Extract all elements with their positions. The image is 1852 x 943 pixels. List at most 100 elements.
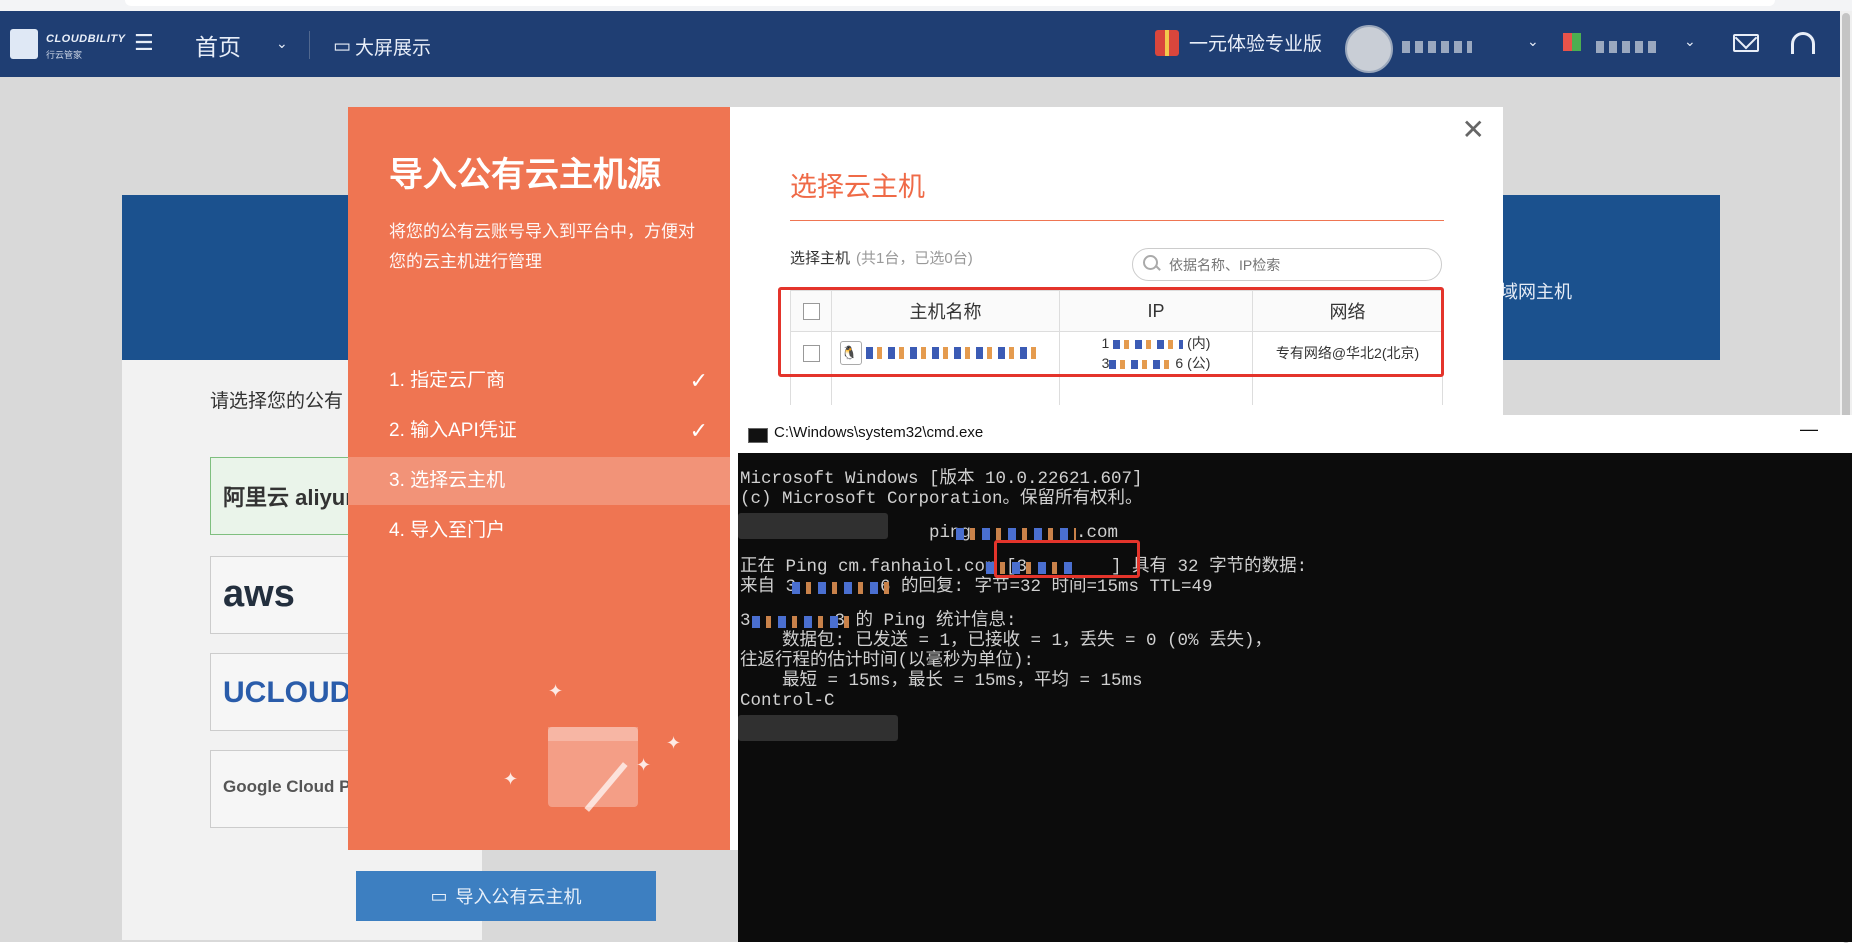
cmd-line: 最短 = 15ms，最长 = 15ms，平均 = 15ms xyxy=(740,671,1143,691)
nav-home[interactable]: 首页 xyxy=(195,28,241,62)
host-search[interactable] xyxy=(1132,248,1442,281)
select-all-cell[interactable] xyxy=(790,290,832,332)
modal-title: 导入公有云主机源 xyxy=(389,156,661,194)
ip-internal-start: 1 xyxy=(1101,335,1110,351)
org-icon[interactable] xyxy=(1563,33,1581,51)
host-name-masked xyxy=(865,347,1041,359)
column-network: 网络 xyxy=(1252,290,1443,332)
org-name-masked[interactable] xyxy=(1596,41,1656,53)
step-label: 3. 选择云主机 xyxy=(389,470,506,491)
vendor-aliyun-label: 阿里云 aliyun.com xyxy=(223,485,349,510)
section-title: 选择云主机 xyxy=(790,172,925,202)
search-icon xyxy=(1143,255,1158,270)
select-all-checkbox[interactable] xyxy=(802,303,820,321)
sparkle-icon: ✦ xyxy=(666,733,682,753)
host-count: (共1台，已选0台) xyxy=(856,250,973,267)
ip-masked xyxy=(1113,339,1184,349)
app-header: CLOUDBILITY 行云管家 ☰ 首页 ⌄ ▭ 大屏展示 一元体验专业版 ⌄… xyxy=(0,11,1840,77)
console-icon xyxy=(748,428,768,443)
modal-sidebar: 导入公有云主机源 将您的公有云账号导入到平台中，方便对您的云主机进行管理 1. … xyxy=(348,107,730,850)
table-empty-row xyxy=(790,374,1443,405)
close-icon[interactable]: ✕ xyxy=(1462,113,1485,146)
host-label-text: 选择主机 xyxy=(790,250,851,267)
host-label: 选择主机 (共1台，已选0台) xyxy=(790,247,973,268)
browser-top-strip xyxy=(0,0,1852,11)
username-masked[interactable] xyxy=(1402,41,1472,53)
column-ip: IP xyxy=(1059,290,1253,332)
step-4[interactable]: 4. 导入至门户 xyxy=(348,507,730,555)
cmd-line: 数据包: 已发送 = 1，已接收 = 1，丢失 = 0 (0% 丢失)， xyxy=(740,631,1273,651)
import-button-label: 导入公有云主机 xyxy=(455,887,582,907)
step-label: 4. 导入至门户 xyxy=(389,520,506,541)
modal-description: 将您的公有云账号导入到平台中，方便对您的云主机进行管理 xyxy=(389,222,695,271)
trial-button[interactable]: 一元体验专业版 xyxy=(1155,29,1322,56)
trial-label: 一元体验专业版 xyxy=(1189,34,1323,55)
table-header-row: 主机名称 IP 网络 xyxy=(790,290,1443,332)
step-3[interactable]: 3. 选择云主机 xyxy=(348,457,730,505)
big-screen-button[interactable]: ▭ 大屏展示 xyxy=(333,33,431,60)
redacted-ip xyxy=(752,616,850,628)
cmd-title: C:\Windows\system32\cmd.exe xyxy=(774,424,984,441)
ip-cell: 1 (内) 3 6 (公) xyxy=(1059,331,1253,375)
cmd-window[interactable]: C:\Windows\system32\cmd.exe — Microsoft … xyxy=(738,415,1852,942)
monitor-icon: ▭ xyxy=(430,885,448,906)
support-headset-icon[interactable] xyxy=(1791,32,1815,54)
redacted-ip xyxy=(986,562,1074,574)
address-bar-edge xyxy=(125,0,1775,6)
sparkle-icon: ✦ xyxy=(503,769,519,789)
logo-mark-icon xyxy=(10,29,38,59)
chevron-down-icon[interactable]: ⌄ xyxy=(1684,33,1696,50)
empty-cell xyxy=(831,374,1060,405)
minimize-icon[interactable]: — xyxy=(1800,419,1818,440)
vendor-google-label: Google Cloud Platform xyxy=(223,777,350,796)
search-input[interactable] xyxy=(1167,254,1431,276)
ip-masked xyxy=(1109,359,1176,369)
empty-cell xyxy=(1252,374,1443,405)
redacted-host xyxy=(956,528,1076,540)
redacted-prompt xyxy=(738,715,898,741)
import-public-cloud-button[interactable]: ▭ 导入公有云主机 xyxy=(356,871,656,921)
empty-cell xyxy=(790,374,832,405)
row-select-cell[interactable] xyxy=(790,331,832,375)
check-icon: ✓ xyxy=(689,418,708,443)
column-host-name: 主机名称 xyxy=(831,290,1060,332)
chevron-down-icon[interactable]: ⌄ xyxy=(276,35,288,52)
redacted-ip xyxy=(792,582,890,594)
vendor-aliyun[interactable]: 阿里云 aliyun.com xyxy=(210,457,350,535)
cmd-line: Microsoft Windows [版本 10.0.22621.607] xyxy=(740,469,1143,489)
host-name-cell: 🐧 xyxy=(831,331,1060,375)
divider xyxy=(309,31,310,59)
step-label: 2. 输入API凭证 xyxy=(389,420,517,441)
cmd-line: (c) Microsoft Corporation。保留所有权利。 xyxy=(740,489,1143,509)
check-icon: ✓ xyxy=(689,368,708,393)
table-row[interactable]: 🐧 1 (内) 3 6 (公) 专有网络@华北2(北京) xyxy=(790,331,1443,375)
mail-icon[interactable] xyxy=(1733,34,1759,52)
linux-penguin-icon: 🐧 xyxy=(840,341,862,365)
vendor-google-cloud[interactable]: Google Cloud Platform xyxy=(210,750,350,828)
row-checkbox[interactable] xyxy=(802,344,820,362)
step-1[interactable]: 1. 指定云厂商 ✓ xyxy=(348,357,730,405)
avatar[interactable] xyxy=(1345,25,1393,73)
step-label: 1. 指定云厂商 xyxy=(389,370,506,391)
cmd-titlebar[interactable]: C:\Windows\system32\cmd.exe — xyxy=(738,415,1852,453)
sparkle-icon: ✦ xyxy=(548,681,564,701)
cmd-line: Control-C xyxy=(740,691,835,711)
ip-public-tag: (公) xyxy=(1187,355,1211,371)
banner-tab-label[interactable]: 域网主机 xyxy=(1500,278,1572,304)
vendor-aws[interactable]: aws xyxy=(210,556,350,634)
chevron-down-icon[interactable]: ⌄ xyxy=(1527,33,1539,50)
vendor-ucloud[interactable]: UCLOUD xyxy=(210,653,350,731)
cloudbility-logo[interactable]: CLOUDBILITY 行云管家 xyxy=(10,27,125,63)
hamburger-menu-icon[interactable]: ☰ xyxy=(134,32,158,54)
ip-public: 3 6 (公) xyxy=(1061,353,1251,373)
host-table: 主机名称 IP 网络 🐧 1 (内) 3 6 (公) 专有网络@华北2(北京) xyxy=(790,290,1443,405)
empty-cell xyxy=(1059,374,1253,405)
gift-icon xyxy=(1155,29,1179,56)
title-underline xyxy=(790,220,1444,221)
step-2[interactable]: 2. 输入API凭证 ✓ xyxy=(348,407,730,455)
big-screen-label: 大屏展示 xyxy=(354,38,431,59)
cmd-output[interactable]: Microsoft Windows [版本 10.0.22621.607] (c… xyxy=(738,453,1852,942)
ip-public-end: 6 xyxy=(1175,355,1184,371)
monitor-icon: ▭ xyxy=(333,36,351,57)
ip-internal: 1 (内) xyxy=(1061,333,1251,353)
